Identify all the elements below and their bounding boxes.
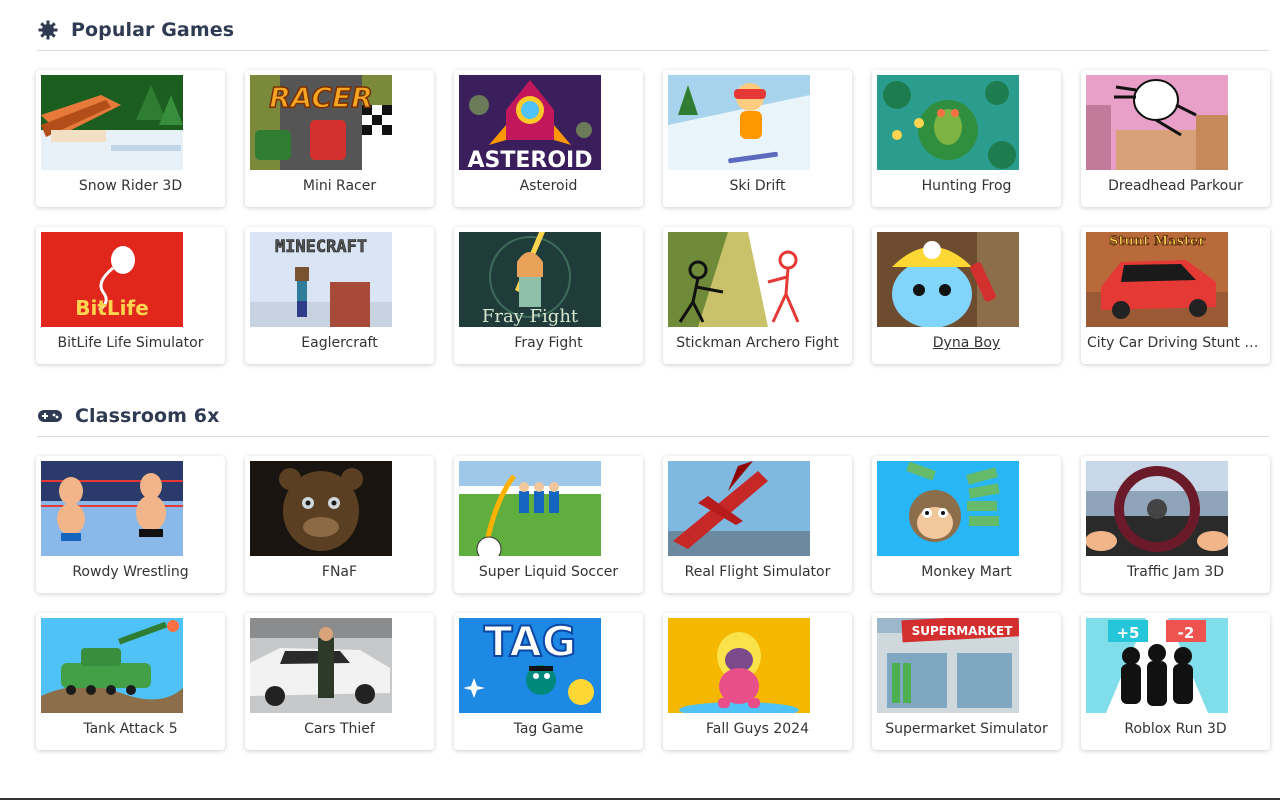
game-title: City Car Driving Stunt Master (1087, 335, 1270, 351)
gear-icon (37, 19, 59, 41)
game-thumbnail (41, 75, 183, 170)
game-card-snow-rider-3d[interactable]: Snow Rider 3D (36, 70, 225, 207)
game-card-bitlife[interactable]: BitLife BitLife Life Simulator (36, 227, 225, 364)
game-title: Mini Racer (302, 178, 377, 194)
game-title: BitLife Life Simulator (57, 335, 204, 351)
svg-text:Stunt Master: Stunt Master (1109, 234, 1205, 249)
svg-text:Fray Fight: Fray Fight (482, 306, 579, 327)
svg-text:ASTEROID: ASTEROID (468, 148, 593, 170)
game-thumbnail: ASTEROID (459, 75, 601, 170)
game-thumbnail (1086, 461, 1228, 556)
game-card-fray-fight[interactable]: Fray Fight Fray Fight (454, 227, 643, 364)
game-thumbnail (668, 618, 810, 713)
game-card-eaglercraft[interactable]: MINECRAFT Eaglercraft (245, 227, 434, 364)
game-card-real-flight-simulator[interactable]: Real Flight Simulator (663, 456, 852, 593)
game-title: Tank Attack 5 (83, 721, 178, 737)
game-card-mini-racer[interactable]: RACER Mini Racer (245, 70, 434, 207)
popular-games-section: Popular Games (37, 10, 1269, 51)
game-thumbnail: SUPERMARKET (877, 618, 1019, 713)
game-thumbnail: TAG (459, 618, 601, 713)
game-title: Asteroid (519, 178, 578, 194)
game-title: Monkey Mart (921, 564, 1012, 580)
svg-text:-2: -2 (1178, 624, 1195, 642)
game-thumbnail (668, 232, 810, 327)
game-title: FNaF (321, 564, 358, 580)
game-card-city-car-driving-stunt[interactable]: Stunt Master City Car Driving Stunt Mast… (1081, 227, 1270, 364)
section-header: Classroom 6x (37, 396, 1269, 437)
game-thumbnail (668, 461, 810, 556)
svg-text:BitLife: BitLife (75, 296, 149, 320)
game-title: Supermarket Simulator (885, 721, 1048, 737)
svg-text:RACER: RACER (269, 81, 373, 114)
game-title: Ski Drift (729, 178, 786, 194)
game-thumbnail (41, 618, 183, 713)
game-card-dyna-boy[interactable]: Dyna Boy (872, 227, 1061, 364)
game-title: Super Liquid Soccer (478, 564, 619, 580)
game-title: Snow Rider 3D (78, 178, 183, 194)
game-title: Hunting Frog (921, 178, 1012, 194)
svg-text:MINECRAFT: MINECRAFT (275, 237, 367, 257)
game-title: Cars Thief (304, 721, 375, 737)
game-card-rowdy-wrestling[interactable]: Rowdy Wrestling (36, 456, 225, 593)
game-card-asteroid[interactable]: ASTEROID Asteroid (454, 70, 643, 207)
game-thumbnail: +5 -2 (1086, 618, 1228, 713)
game-thumbnail (877, 75, 1019, 170)
game-card-ski-drift[interactable]: Ski Drift (663, 70, 852, 207)
game-thumbnail (459, 461, 601, 556)
game-title: Eaglercraft (301, 335, 378, 351)
game-thumbnail (41, 461, 183, 556)
game-card-hunting-frog[interactable]: Hunting Frog (872, 70, 1061, 207)
svg-text:+5: +5 (1116, 624, 1139, 642)
game-card-super-liquid-soccer[interactable]: Super Liquid Soccer (454, 456, 643, 593)
game-thumbnail: BitLife (41, 232, 183, 327)
game-card-cars-thief[interactable]: Cars Thief (245, 613, 434, 750)
game-thumbnail (250, 461, 392, 556)
game-thumbnail: RACER (250, 75, 392, 170)
game-thumbnail: Fray Fight (459, 232, 601, 327)
game-title: Real Flight Simulator (684, 564, 831, 580)
game-thumbnail (668, 75, 810, 170)
game-card-fall-guys-2024[interactable]: Fall Guys 2024 (663, 613, 852, 750)
game-card-tank-attack-5[interactable]: Tank Attack 5 (36, 613, 225, 750)
game-title: Rowdy Wrestling (72, 564, 189, 580)
game-title: Fray Fight (514, 335, 583, 351)
game-card-supermarket-simulator[interactable]: SUPERMARKET Supermarket Simulator (872, 613, 1061, 750)
svg-text:TAG: TAG (484, 618, 576, 666)
game-thumbnail (1086, 75, 1228, 170)
game-thumbnail (250, 618, 392, 713)
game-thumbnail (877, 232, 1019, 327)
game-card-roblox-run-3d[interactable]: +5 -2 Roblox Run 3D (1081, 613, 1270, 750)
gamepad-icon (37, 405, 63, 427)
game-title: Tag Game (513, 721, 584, 737)
section-header: Popular Games (37, 10, 1269, 51)
game-title: Roblox Run 3D (1124, 721, 1227, 737)
game-thumbnail: Stunt Master (1086, 232, 1228, 327)
classroom-6x-section: Classroom 6x (37, 396, 1269, 437)
game-card-stickman-archero-fight[interactable]: Stickman Archero Fight (663, 227, 852, 364)
game-card-dreadhead-parkour[interactable]: Dreadhead Parkour (1081, 70, 1270, 207)
section-title: Popular Games (71, 19, 235, 41)
game-title: Fall Guys 2024 (706, 721, 809, 737)
game-title: Dreadhead Parkour (1108, 178, 1243, 194)
game-card-traffic-jam-3d[interactable]: Traffic Jam 3D (1081, 456, 1270, 593)
game-card-fnaf[interactable]: FNaF (245, 456, 434, 593)
game-title[interactable]: Dyna Boy (872, 335, 1061, 351)
game-title: Stickman Archero Fight (676, 335, 839, 351)
section-title: Classroom 6x (75, 405, 220, 427)
game-card-monkey-mart[interactable]: Monkey Mart (872, 456, 1061, 593)
game-title: Traffic Jam 3D (1127, 564, 1224, 580)
game-card-tag-game[interactable]: TAG Tag Game (454, 613, 643, 750)
game-thumbnail: MINECRAFT (250, 232, 392, 327)
game-thumbnail (877, 461, 1019, 556)
svg-text:SUPERMARKET: SUPERMARKET (912, 624, 1014, 638)
